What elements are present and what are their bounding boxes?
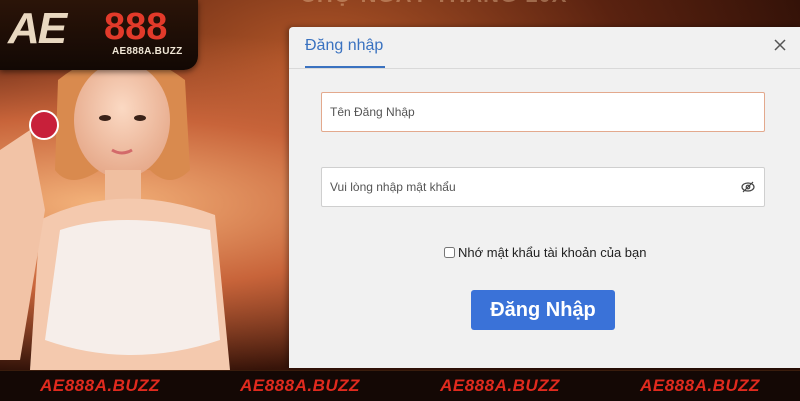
remember-label: Nhớ mật khẩu tài khoản của bạn <box>458 245 647 260</box>
brand-logo[interactable]: AE 888 AE888A.BUZZ <box>0 0 198 70</box>
logo-ae-text: AE <box>8 4 67 53</box>
title-underline <box>305 66 385 68</box>
password-field <box>321 167 765 207</box>
footer-domain-text: AE888A.BUZZ <box>440 376 560 395</box>
eye-slash-icon[interactable] <box>740 179 756 195</box>
footer-domain-text: AE888A.BUZZ <box>240 376 360 395</box>
login-modal: Đăng nhập Nhớ mật khẩu tài khoản của bạn… <box>289 27 800 368</box>
remember-me[interactable]: Nhớ mật khẩu tài khoản của bạn <box>444 245 646 260</box>
username-input[interactable] <box>322 93 738 131</box>
promo-figure-illustration <box>0 55 230 370</box>
remember-checkbox[interactable] <box>444 247 455 258</box>
close-icon[interactable] <box>770 35 790 55</box>
modal-divider <box>289 68 800 69</box>
password-input[interactable] <box>322 168 738 206</box>
banner-text: CHỢ NGÀY THÁNG 10X <box>300 0 620 8</box>
logo-888-text: 888 <box>104 6 168 48</box>
logo-domain-text: AE888A.BUZZ <box>112 46 183 57</box>
username-field <box>321 92 765 132</box>
footer-domain-text: AE888A.BUZZ <box>640 376 760 395</box>
footer-bar: AE888A.BUZZ AE888A.BUZZ AE888A.BUZZ AE88… <box>0 370 800 401</box>
footer-domain-text: AE888A.BUZZ <box>40 376 160 395</box>
modal-title: Đăng nhập <box>305 37 384 54</box>
login-button[interactable]: Đăng Nhập <box>471 290 615 330</box>
